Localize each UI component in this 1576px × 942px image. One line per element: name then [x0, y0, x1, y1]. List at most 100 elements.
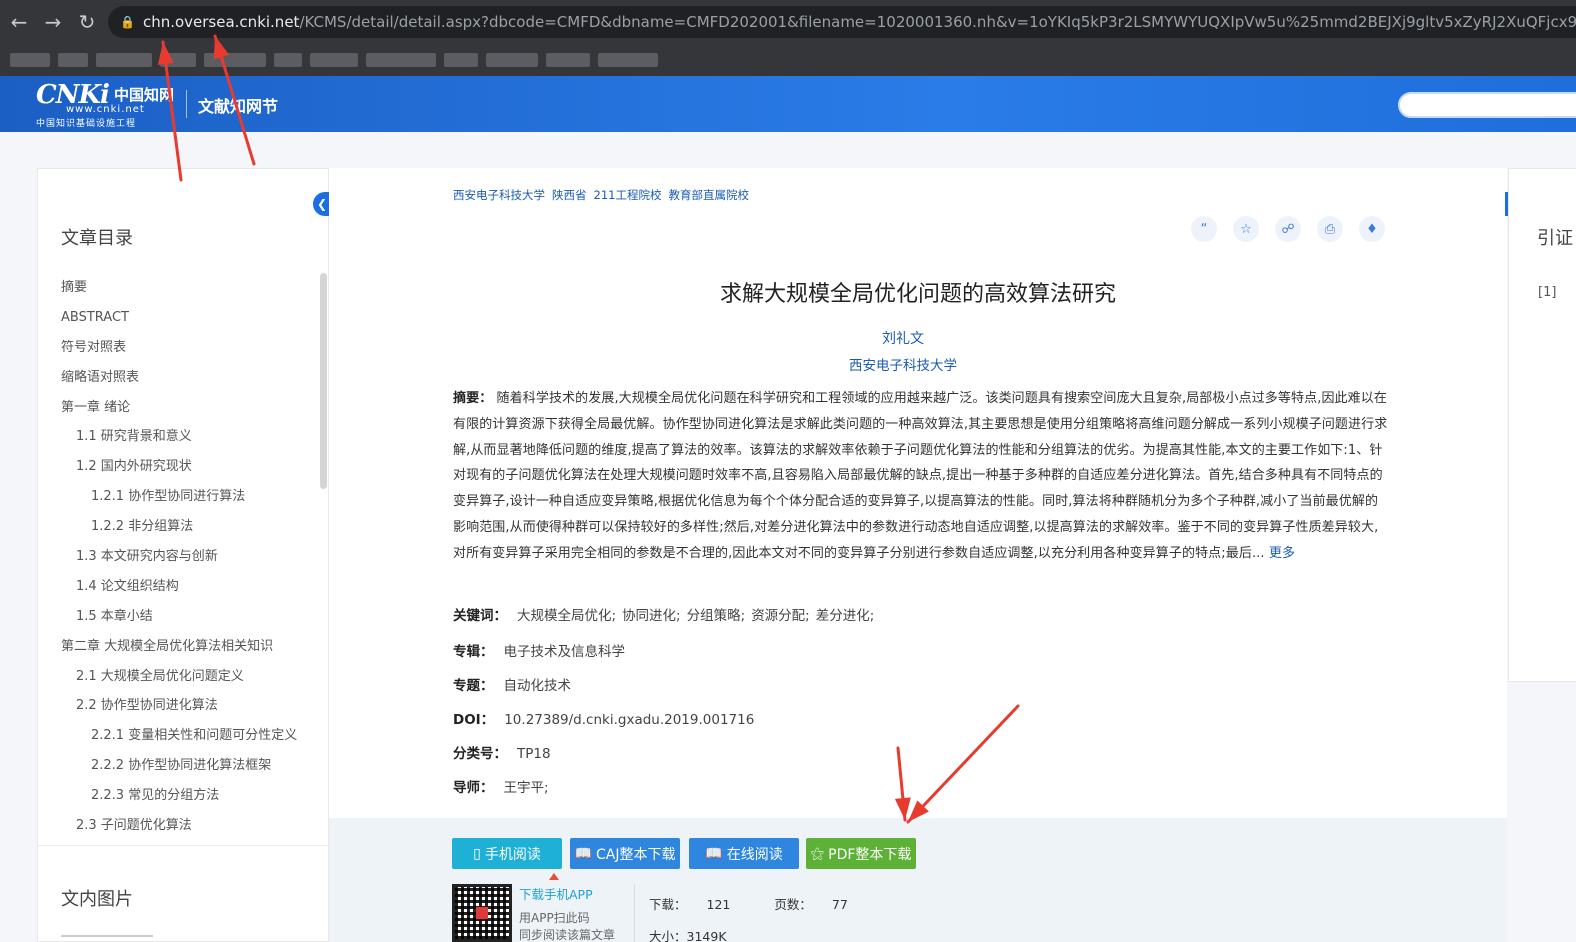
star-icon[interactable]: ☆ — [1233, 216, 1259, 242]
toc-item[interactable]: 1.5 本章小结 — [61, 606, 311, 636]
bookmark-item[interactable] — [546, 53, 590, 67]
institution-tag[interactable]: 陕西省 — [552, 188, 587, 202]
meta-value: 王宇平; — [503, 780, 549, 796]
institution-tag[interactable]: 教育部直属院校 — [668, 188, 749, 202]
keyword-link[interactable]: 分组策略; — [687, 608, 746, 624]
meta-value: 电子技术及信息科学 — [503, 644, 626, 660]
figures-underline — [61, 935, 153, 937]
header-search-input[interactable] — [1398, 92, 1576, 118]
toc-scrollbar[interactable] — [320, 273, 327, 489]
forward-arrow-icon[interactable]: → — [38, 7, 68, 37]
browser-chrome: ← → ↻ 🔒 chn.oversea.cnki.net/KCMS/detail… — [0, 0, 1576, 76]
citation-ref[interactable]: [1] — [1538, 285, 1556, 300]
toc-item[interactable]: 符号对照表 — [61, 337, 311, 367]
article-main: 西安电子科技大学 陕西省 211工程院校 教育部直属院校 “ ☆ ☍ ⎙ ♦ 求解大规… — [329, 168, 1507, 818]
page-count: 77 — [831, 897, 848, 912]
abstract-text: 随着科学技术的发展,大规模全局优化问题在科学研究和工程领域的应用越来越广泛。该类… — [453, 391, 1388, 561]
bookmark-item[interactable] — [10, 53, 50, 67]
toc-item[interactable]: 1.2.1 协作型协同进行算法 — [61, 486, 311, 516]
book-icon: 📖 — [574, 845, 592, 862]
meta-key: 专辑： — [453, 644, 494, 660]
bookmark-item[interactable] — [444, 53, 478, 67]
header-divider — [186, 90, 187, 118]
address-bar[interactable]: 🔒 chn.oversea.cnki.net/KCMS/detail/detai… — [108, 6, 1576, 38]
meta-row: 专辑： 电子技术及信息科学 — [453, 640, 625, 660]
toc-item[interactable]: 摘要 — [61, 277, 311, 307]
pdf-download-button[interactable]: ⚝ PDF整本下载 — [806, 838, 916, 869]
qr-code — [452, 884, 512, 942]
toc-item[interactable]: 缩略语对照表 — [61, 367, 311, 397]
online-read-button[interactable]: 📖 在线阅读 — [689, 838, 799, 869]
bookmark-item[interactable] — [58, 53, 88, 67]
abstract: 摘要： 随着科学技术的发展,大规模全局优化问题在科学研究和工程领域的应用越来越广… — [453, 386, 1389, 567]
print-icon[interactable]: ⎙ — [1317, 216, 1343, 242]
institution-tag[interactable]: 211工程院校 — [594, 188, 662, 202]
download-app-link[interactable]: 下载手机APP — [519, 884, 593, 903]
toc-item[interactable]: 1.2.2 非分组算法 — [61, 516, 311, 546]
phone-icon: ▯ — [473, 845, 481, 862]
bookmark-item[interactable] — [204, 53, 266, 67]
meta-value: 自动化技术 — [503, 678, 572, 694]
back-arrow-icon[interactable]: ← — [4, 7, 34, 37]
toc-item[interactable]: 1.1 研究背景和意义 — [61, 426, 311, 456]
figures-title: 文内图片 — [61, 889, 133, 910]
toc-item[interactable]: 2.2.2 协作型协同进化算法框架 — [61, 755, 311, 785]
institution-tags: 西安电子科技大学 陕西省 211工程院校 教育部直属院校 — [453, 187, 756, 203]
url-path: /KCMS/detail/detail.aspx?dbcode=CMFD&dbn… — [299, 13, 1576, 31]
bookmark-item[interactable] — [96, 53, 152, 67]
bookmark-item[interactable] — [598, 53, 658, 67]
quote-icon[interactable]: “ — [1191, 216, 1217, 242]
citation-panel: 引证 [1] — [1508, 168, 1576, 682]
browser-navbar: ← → ↻ 🔒 chn.oversea.cnki.net/KCMS/detail… — [0, 0, 1576, 44]
toc-item[interactable]: 1.3 本文研究内容与创新 — [61, 546, 311, 576]
lock-icon: 🔒 — [120, 15, 135, 29]
qr-logo — [476, 907, 488, 919]
caj-download-button[interactable]: 📖 CAJ整本下载 — [570, 838, 680, 869]
reload-icon[interactable]: ↻ — [72, 7, 102, 37]
meta-row: 分类号： TP18 — [453, 742, 551, 762]
toc-item[interactable]: 1.4 论文组织结构 — [61, 576, 311, 606]
author-link[interactable]: 刘礼文 — [329, 328, 1477, 348]
institution-tag[interactable]: 西安电子科技大学 — [453, 188, 545, 202]
bookmark-item[interactable] — [310, 53, 358, 67]
download-count: 121 — [706, 897, 731, 912]
keyword-link[interactable]: 资源分配; — [751, 608, 810, 624]
citation-title: 引证 — [1537, 228, 1573, 249]
meta-row: 导师： 王宇平; — [453, 776, 549, 796]
meta-key: 专题： — [453, 678, 494, 694]
sidebar-divider — [38, 845, 328, 846]
toc-sidebar: 文章目录 摘要 ABSTRACT 符号对照表 缩略语对照表 第一章 绪论 1.1 研究背景… — [37, 168, 329, 942]
bookmark-item[interactable] — [486, 53, 538, 67]
bell-icon[interactable]: ♦ — [1359, 216, 1385, 242]
share-icon[interactable]: ☍ — [1275, 216, 1301, 242]
pdf-icon: ⚝ — [810, 845, 825, 862]
keyword-link[interactable]: 差分进化; — [816, 608, 875, 624]
toc-item[interactable]: 2.2.1 变量相关性和问题可分性定义 — [61, 725, 311, 755]
bookmark-item[interactable] — [366, 53, 436, 67]
bookmark-item[interactable] — [160, 53, 196, 67]
download-divider — [634, 884, 635, 942]
meta-value: 10.27389/d.cnki.gxadu.2019.001716 — [504, 712, 755, 728]
meta-key: 导师： — [453, 780, 494, 796]
toc-item[interactable]: ABSTRACT — [61, 307, 311, 337]
toc-item[interactable]: 1.2 国内外研究现状 — [61, 456, 311, 486]
affiliation-link[interactable]: 西安电子科技大学 — [329, 354, 1477, 374]
toc-item[interactable]: 2.1 大规模全局优化问题定义 — [61, 666, 311, 696]
keywords-list: 大规模全局优化; 协同进化; 分组策略; 资源分配; 差分进化; — [517, 608, 880, 624]
toc-item[interactable]: 2.3 子问题优化算法 — [61, 815, 311, 845]
more-link[interactable]: 更多 — [1269, 546, 1295, 561]
keyword-link[interactable]: 大规模全局优化; — [517, 608, 616, 624]
bookmarks-bar — [0, 44, 1576, 76]
keyword-link[interactable]: 协同进化; — [622, 608, 681, 624]
toc-item[interactable]: 第二章 大规模全局优化算法相关知识 — [61, 636, 311, 666]
toc-item[interactable]: 2.2.3 常见的分组方法 — [61, 785, 311, 815]
meta-value: TP18 — [517, 746, 551, 762]
url-host: chn.oversea.cnki.net — [142, 13, 300, 31]
toc-item[interactable]: 2.2 协作型协同进化算法 — [61, 695, 311, 725]
toc-item[interactable]: 第一章 绪论 — [61, 397, 311, 427]
bookmark-item[interactable] — [274, 53, 302, 67]
mobile-read-button[interactable]: ▯ 手机阅读 — [452, 838, 562, 869]
cnki-logo[interactable]: CNKi 中国知网 www.cnki.net 中国知识基础设施工程 — [36, 80, 176, 129]
site-header: CNKi 中国知网 www.cnki.net 中国知识基础设施工程 文献知网节 — [0, 76, 1576, 132]
keywords-label: 关键词： — [453, 608, 507, 624]
